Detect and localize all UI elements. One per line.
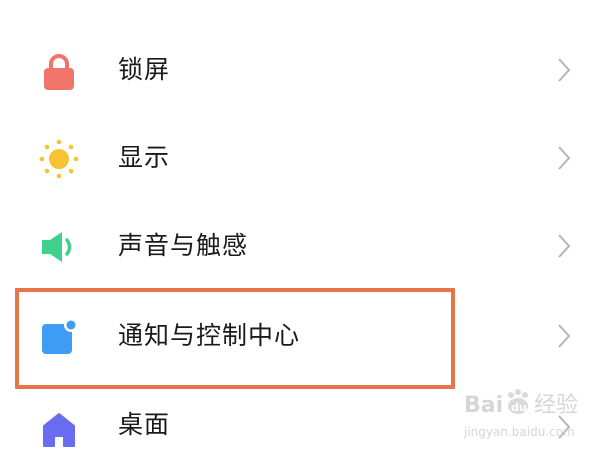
settings-screen: 锁屏 显示 声音与触感 通知与控制中心 桌面 Bai du 经验 jingyan… — [0, 0, 600, 450]
svg-text:du: du — [511, 401, 527, 414]
svg-text:jingyan.baidu.com: jingyan.baidu.com — [463, 425, 575, 439]
speaker-icon — [38, 226, 80, 268]
home-icon — [38, 408, 80, 450]
settings-item-label: 锁屏 — [118, 55, 171, 84]
settings-item-display[interactable]: 显示 — [0, 114, 600, 202]
settings-item-notifications-control-center[interactable]: 通知与控制中心 — [0, 292, 600, 380]
settings-item-lock-screen[interactable]: 锁屏 — [0, 26, 600, 114]
lock-icon — [38, 50, 80, 92]
svg-text:经验: 经验 — [534, 393, 578, 418]
settings-item-label: 通知与控制中心 — [118, 321, 301, 350]
chevron-right-icon — [556, 57, 572, 83]
chevron-right-icon — [556, 233, 572, 259]
notification-icon — [38, 316, 80, 358]
settings-item-sound-haptics[interactable]: 声音与触感 — [0, 202, 600, 290]
baidu-watermark-logo: Bai du 经验 jingyan.baidu.com — [462, 384, 592, 444]
settings-item-label: 显示 — [118, 143, 171, 172]
chevron-right-icon — [556, 145, 572, 171]
svg-text:Bai: Bai — [464, 393, 503, 418]
chevron-right-icon — [556, 323, 572, 349]
sun-icon — [38, 138, 80, 180]
settings-item-label: 声音与触感 — [118, 231, 249, 260]
settings-item-label: 桌面 — [118, 410, 171, 439]
